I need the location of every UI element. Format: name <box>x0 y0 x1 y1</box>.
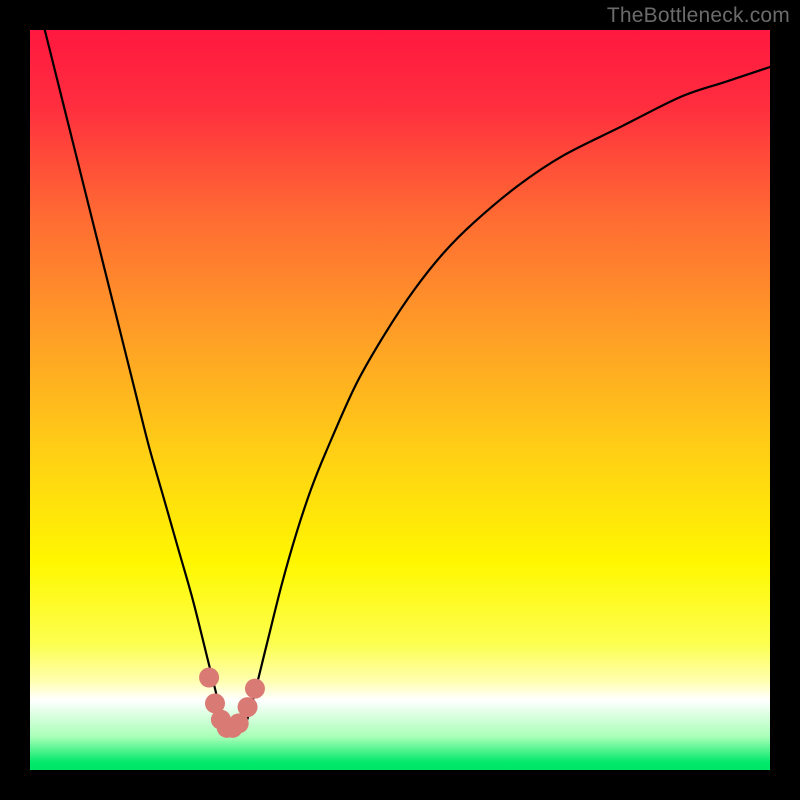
chart-frame: TheBottleneck.com <box>0 0 800 800</box>
highlight-point <box>199 668 219 688</box>
highlight-point <box>238 697 258 717</box>
curve-layer <box>30 30 770 770</box>
watermark-text: TheBottleneck.com <box>607 4 790 28</box>
highlight-point <box>245 679 265 699</box>
highlight-markers <box>199 668 265 738</box>
plot-area <box>30 30 770 770</box>
bottleneck-curve <box>45 30 770 734</box>
